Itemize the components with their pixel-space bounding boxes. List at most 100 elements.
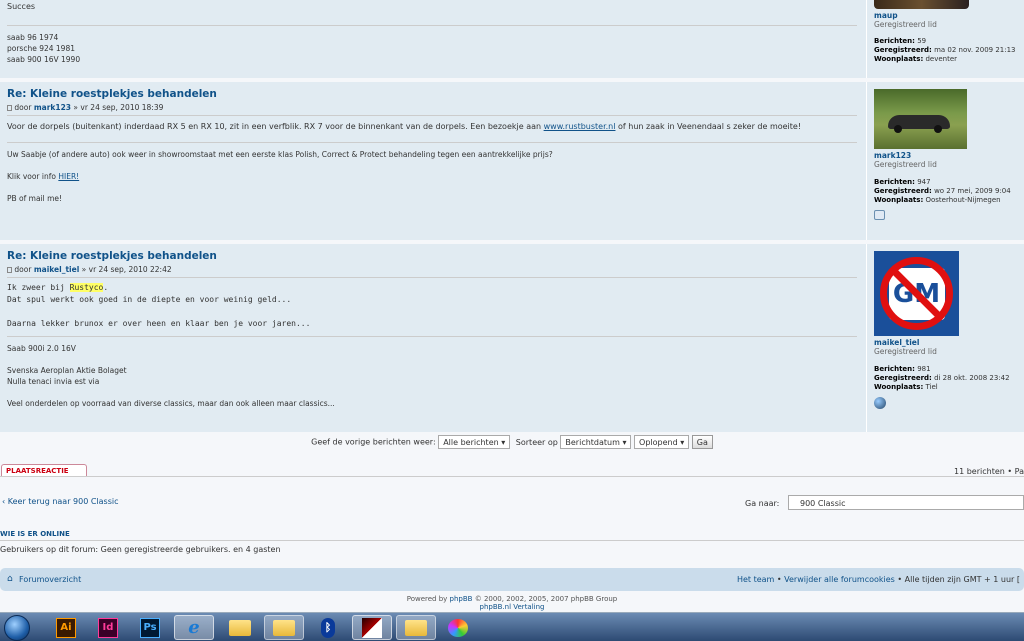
stat-value: ma 02 nov. 2009 21:13 [934,46,1016,54]
indesign-taskbar-icon[interactable]: Id [88,615,128,640]
post-author-line: door mark123 » vr 24 sep, 2010 18:39 [7,103,866,112]
translation-link[interactable]: phpBB.nl Vertaling [480,603,545,611]
highlighted-text: Rustyco [69,283,104,292]
post-reply-button[interactable]: PLAATSREACTIE [1,464,87,476]
copyright-text: © 2000, 2002, 2005, 2007 phpBB Group [474,595,618,603]
start-button[interactable] [4,615,30,641]
post-title[interactable]: Re: Kleine roestplekjes behandelen [7,88,866,100]
author-link[interactable]: maikel_tiel [34,265,79,274]
stat-value: 947 [917,178,931,186]
paint-icon [448,618,468,637]
action-divider [0,476,1024,477]
stat-label: Woonplaats: [874,55,924,63]
back-link[interactable]: ‹ Keer terug naar 900 Classic [2,497,119,506]
jump-bar: ‹ Keer terug naar 900 Classic Ga naar: 9… [0,495,1024,511]
folder-icon [273,619,295,636]
jump-select[interactable]: 900 Classic [788,495,1024,510]
avatar[interactable] [874,89,967,149]
avatar[interactable] [874,0,969,9]
delete-cookies-link[interactable]: Verwijder alle forumcookies [784,575,895,584]
signature-line: Uw Saabje (of andere auto) ook weer in s… [7,150,553,159]
files-taskbar-icon[interactable] [264,615,304,640]
post-content: Voor de dorpels (buitenkant) inderdaad R… [7,121,866,133]
post-icon [7,105,12,111]
signature-line: Svenska Aeroplan Aktie Bolaget [7,366,127,375]
post-date: » vr 24 sep, 2010 18:39 [73,103,164,112]
user-rank: Geregistreerd lid [874,347,937,356]
info-link[interactable]: HIER! [58,172,79,181]
powered-by: Powered by [406,595,448,603]
stat-label: Woonplaats: [874,196,924,204]
by-label: door [14,265,32,274]
post-title[interactable]: Re: Kleine roestplekjes behandelen [7,250,866,262]
filter-value: Alle berichten [443,438,499,447]
online-divider [0,540,1024,541]
stat-label: Berichten: [874,365,915,373]
post-content: Ik zweer bij Rustyco. Dat spul werkt ook… [7,282,866,330]
copyright: Powered by phpBB © 2000, 2002, 2005, 200… [0,595,1024,612]
paint-taskbar-icon[interactable] [438,615,478,640]
stat-value: 981 [917,365,931,373]
folder-icon [229,619,251,636]
online-text: Gebruikers op dit forum: Geen geregistre… [0,545,281,554]
stat-label: Woonplaats: [874,383,924,391]
signature-line: saab 96 1974 [7,33,59,42]
post-count: 11 berichten • Pa [953,467,1024,476]
app-taskbar-icon[interactable] [352,615,392,640]
team-link[interactable]: Het team [737,575,774,584]
filter-select[interactable]: Alle berichten ▾ [438,435,511,449]
sort-bar: Geef de vorige berichten weer: Alle beri… [0,435,1024,451]
username-link[interactable]: mark123 [874,151,1024,160]
username-link[interactable]: maikel_tiel [874,338,1024,347]
signature-line: porsche 924 1981 [7,44,76,53]
email-icon[interactable] [874,210,885,220]
user-profile: GM maikel_tiel Geregistreerd lid Bericht… [866,244,1024,432]
stat-value: deventer [925,55,958,63]
stat-label: Geregistreerd: [874,46,932,54]
taskbar: Ai Id Ps e ᛒ [0,612,1024,641]
timezone-text: • Alle tijden zijn GMT + 1 uur [ [897,575,1020,584]
separator: • [776,575,782,584]
by-label: door [14,103,32,112]
website-icon[interactable] [874,397,886,409]
title-divider [7,115,857,116]
jump-value: 900 Classic [800,499,846,508]
order-value: Oplopend [639,438,678,447]
photoshop-taskbar-icon[interactable]: Ps [130,615,170,640]
user-profile: mark123 Geregistreerd lid Berichten: 947… [866,82,1024,240]
user-profile: maup Geregistreerd lid Berichten: 59 Ger… [866,0,1024,78]
bluetooth-taskbar-icon[interactable]: ᛒ [308,615,348,640]
jump-label: Ga naar: [745,499,780,508]
content-text: . [103,283,109,292]
illustrator-icon: Ai [56,617,76,638]
ie-taskbar-icon[interactable]: e [174,615,214,640]
sort-select[interactable]: Berichtdatum ▾ [560,435,632,449]
username-link[interactable]: maup [874,11,1024,20]
rustbuster-link[interactable]: www.rustbuster.nl [544,122,616,131]
bluetooth-icon: ᛒ [321,617,335,638]
go-button[interactable]: Ga [691,435,713,449]
order-select[interactable]: Oplopend ▾ [634,435,690,449]
title-divider [7,277,857,278]
phpbb-link[interactable]: phpBB [450,595,473,603]
post-maup: Succes saab 96 1974 porsche 924 1981 saa… [0,0,1024,78]
post-body: Succes saab 96 1974 porsche 924 1981 saa… [0,0,866,78]
post-author-line: door maikel_tiel » vr 24 sep, 2010 22:42 [7,265,866,274]
stat-value: di 28 okt. 2008 23:42 [934,374,1010,382]
content-text: Daarna lekker brunox er over heen en kla… [7,319,311,328]
folder-taskbar-icon[interactable] [396,615,436,640]
explorer-taskbar-icon[interactable] [220,615,260,640]
index-link[interactable]: Forumoverzicht [19,575,81,584]
illustrator-taskbar-icon[interactable]: Ai [46,615,86,640]
stat-value: Oosterhout-Nijmegen [925,196,1001,204]
content-text: of hun zaak in Veenendaal s zeker de moe… [618,122,802,131]
avatar[interactable]: GM [874,251,959,336]
action-bar: PLAATSREACTIE 11 berichten • Pa [0,464,1024,476]
post-icon [7,267,12,273]
author-link[interactable]: mark123 [34,103,71,112]
stat-value: wo 27 mei, 2009 9:04 [934,187,1011,195]
post-date: » vr 24 sep, 2010 22:42 [81,265,172,274]
indesign-icon: Id [98,617,118,638]
online-section: WIE IS ER ONLINE Gebruikers op dit forum… [0,530,1024,560]
signature-line: PB of mail me! [7,194,63,203]
